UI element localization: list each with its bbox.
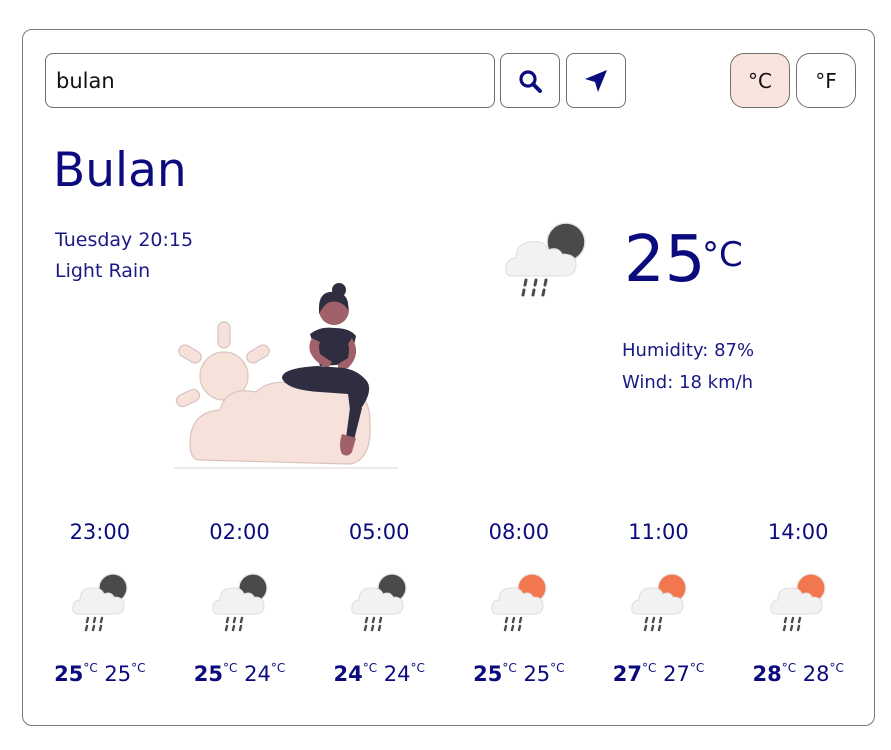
hourly-forecast: 23:00 25°C 25°C 02:00 25°C 24°C 05:00 24… <box>30 520 868 700</box>
forecast-high: 27 <box>612 662 643 686</box>
sun-cloud-rain-icon <box>487 570 551 632</box>
wind-speed: Wind: 18 km/h <box>622 372 754 393</box>
forecast-time: 08:00 <box>488 520 550 544</box>
forecast-temps: 25°C 24°C <box>193 661 286 686</box>
forecast-low: 25 <box>104 662 132 686</box>
day-time: Tuesday 20:15 <box>55 229 194 251</box>
night-cloud-rain-icon <box>347 570 411 632</box>
fahrenheit-toggle[interactable]: °F <box>796 53 856 108</box>
search-input[interactable] <box>45 53 495 108</box>
sun-cloud-rain-icon <box>766 570 830 632</box>
forecast-time: 23:00 <box>69 520 131 544</box>
temperature-unit: °C <box>702 235 743 275</box>
forecast-high: 25 <box>193 662 224 686</box>
forecast-temps: 25°C 25°C <box>54 661 146 686</box>
current-temperature: 25 <box>624 223 706 297</box>
forecast-low-unit: °C <box>131 661 146 675</box>
forecast-high: 28 <box>752 662 782 686</box>
forecast-time: 02:00 <box>209 520 270 544</box>
forecast-low-unit: °C <box>410 661 425 675</box>
forecast-low: 28 <box>802 662 830 686</box>
forecast-item: 14:00 28°C 28°C <box>728 520 868 700</box>
forecast-item: 05:00 24°C 24°C <box>309 520 449 700</box>
night-cloud-rain-icon <box>505 222 586 297</box>
sun-cloud-rain-icon <box>627 570 691 632</box>
forecast-item: 23:00 25°C 25°C <box>30 520 170 700</box>
forecast-item: 11:00 27°C 27°C <box>589 520 729 700</box>
forecast-low-unit: °C <box>270 661 286 675</box>
forecast-low-unit: °C <box>689 661 705 675</box>
forecast-low-unit: °C <box>550 661 565 675</box>
search-icon <box>519 69 542 93</box>
forecast-high-unit: °C <box>781 661 797 675</box>
current-location-button[interactable] <box>566 53 626 108</box>
forecast-high: 25 <box>54 662 84 686</box>
location-arrow-icon <box>585 69 607 92</box>
forecast-time: 14:00 <box>767 520 829 544</box>
forecast-high-unit: °C <box>362 661 378 675</box>
forecast-time: 11:00 <box>628 520 689 544</box>
forecast-temps: 28°C 28°C <box>752 661 844 686</box>
forecast-high: 25 <box>473 662 503 686</box>
city-name: Bulan <box>53 143 187 198</box>
forecast-high-unit: °C <box>642 661 657 675</box>
celsius-toggle[interactable]: °C <box>730 53 790 108</box>
night-cloud-rain-icon <box>208 570 272 632</box>
forecast-time: 05:00 <box>348 520 410 544</box>
woman-on-cloud-illustration <box>174 283 398 469</box>
forecast-high: 24 <box>333 662 363 686</box>
night-cloud-rain-icon <box>68 570 132 632</box>
forecast-temps: 24°C 24°C <box>333 661 425 686</box>
humidity: Humidity: 87% <box>622 340 755 361</box>
search-button[interactable] <box>500 53 560 108</box>
forecast-high-unit: °C <box>223 661 238 675</box>
forecast-low-unit: °C <box>829 661 844 675</box>
weather-description: Light Rain <box>55 260 151 282</box>
forecast-low: 24 <box>244 662 271 686</box>
forecast-item: 08:00 25°C 25°C <box>449 520 589 700</box>
forecast-item: 02:00 25°C 24°C <box>170 520 310 700</box>
forecast-temps: 27°C 27°C <box>612 661 705 686</box>
forecast-high-unit: °C <box>83 661 98 675</box>
forecast-temps: 25°C 25°C <box>473 661 565 686</box>
forecast-low: 27 <box>663 662 690 686</box>
forecast-low: 24 <box>383 662 411 686</box>
forecast-low: 25 <box>523 662 551 686</box>
forecast-high-unit: °C <box>502 661 517 675</box>
